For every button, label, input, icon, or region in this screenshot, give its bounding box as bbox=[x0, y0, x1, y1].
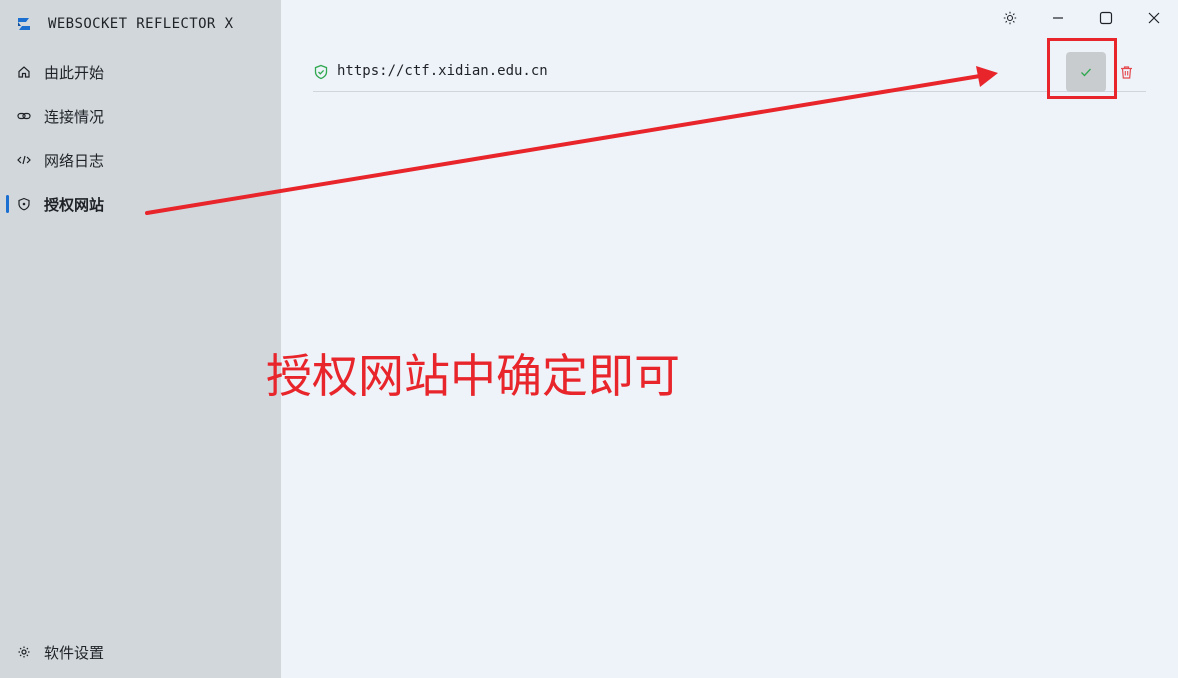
minimize-icon bbox=[1053, 17, 1063, 19]
home-icon bbox=[16, 64, 32, 80]
annotation-text: 授权网站中确定即可 bbox=[266, 349, 680, 403]
theme-toggle-button[interactable] bbox=[996, 6, 1024, 30]
sidebar-item-start[interactable]: 由此开始 bbox=[0, 54, 281, 90]
app-title-text: WEBSOCKET REFLECTOR X bbox=[48, 16, 234, 32]
trash-icon bbox=[1120, 65, 1132, 79]
sidebar-item-network-log[interactable]: 网络日志 bbox=[0, 142, 281, 178]
active-indicator bbox=[6, 195, 9, 213]
sidebar-item-label: 连接情况 bbox=[44, 107, 105, 126]
annotation-highlight-box bbox=[1047, 38, 1117, 99]
close-icon bbox=[1148, 12, 1160, 24]
link-icon bbox=[16, 108, 32, 124]
sidebar-item-settings[interactable]: 软件设置 bbox=[0, 634, 281, 670]
maximize-icon bbox=[1099, 11, 1113, 25]
delete-button[interactable] bbox=[1116, 62, 1136, 82]
sidebar-item-authorized-sites[interactable]: 授权网站 bbox=[0, 186, 281, 222]
sidebar-item-connections[interactable]: 连接情况 bbox=[0, 98, 281, 134]
maximize-button[interactable] bbox=[1092, 6, 1120, 30]
app-title: WEBSOCKET REFLECTOR X bbox=[14, 12, 233, 36]
gear-icon bbox=[16, 644, 32, 660]
sidebar-item-label: 授权网站 bbox=[44, 195, 105, 214]
site-url: https://ctf.xidian.edu.cn bbox=[337, 63, 548, 79]
code-icon bbox=[16, 152, 32, 168]
sidebar-item-label: 由此开始 bbox=[44, 63, 105, 82]
sidebar-item-label: 软件设置 bbox=[44, 643, 105, 662]
close-button[interactable] bbox=[1140, 6, 1168, 30]
shield-check-icon bbox=[314, 64, 328, 80]
sun-icon bbox=[1003, 11, 1017, 25]
sidebar-item-label: 网络日志 bbox=[44, 151, 105, 170]
sidebar: WEBSOCKET REFLECTOR X 由此开始 连接情况 网络日志 授权网… bbox=[0, 0, 281, 678]
minimize-button[interactable] bbox=[1044, 6, 1072, 30]
site-row: https://ctf.xidian.edu.cn bbox=[313, 52, 1146, 92]
shield-icon bbox=[16, 196, 32, 212]
app-logo-icon bbox=[18, 18, 30, 30]
